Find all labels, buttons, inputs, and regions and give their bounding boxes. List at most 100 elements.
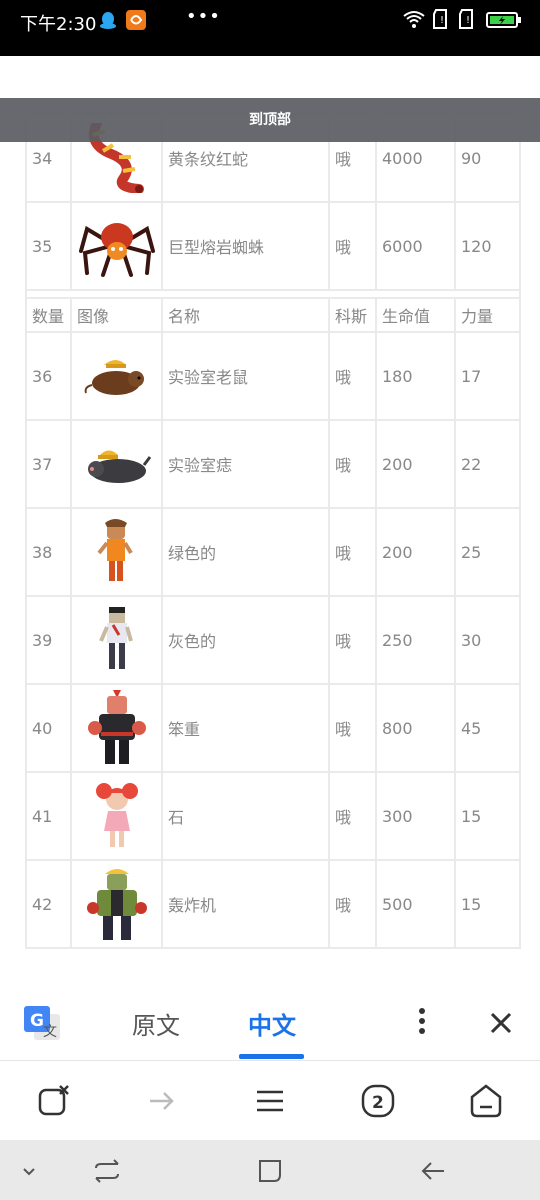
header-image: 图像 [70,297,163,333]
hp-value: 200 [375,419,456,509]
browser-toolbar: 2 [0,1061,540,1140]
giant-lava-spider-image [72,203,161,289]
svg-text:G: G [30,1011,44,1031]
chevron-down-icon[interactable] [12,1154,46,1188]
logo-wen-text: 文 [43,1024,57,1040]
hp-value: 180 [375,331,456,421]
home-square-icon[interactable] [253,1154,287,1188]
hp-value: 300 [375,771,456,861]
power-value: 25 [454,507,521,597]
power-value: 15 [454,859,521,949]
system-navigation-bar [0,1140,540,1200]
monster-name: 实验室痣 [161,419,330,509]
kos-value: 哦 [328,419,377,509]
table-row: 42 轰炸机哦 500 15 [25,859,521,949]
active-tab-indicator [239,1054,304,1059]
wifi-icon [402,8,426,34]
monster-name: 灰色的 [161,595,330,685]
row-number: 35 [25,201,72,291]
table-row: 38 绿色的哦 200 25 [25,507,521,597]
header-name: 名称 [161,297,330,333]
monster-image [70,683,163,773]
monster-image [70,595,163,685]
home-button[interactable] [466,1081,506,1121]
bomber-image [72,861,161,947]
tab-original-language[interactable]: 原文 [132,1006,180,1041]
header-kos: 科斯 [328,297,377,333]
header-power: 力量 [454,297,521,333]
row-number: 42 [25,859,72,949]
monster-name: 轰炸机 [161,859,330,949]
web-page-content[interactable]: 到顶部 34 黄条纹红蛇哦 4000 90 35 巨型熔岩蜘蛛哦 6000 120 数量 图像… [0,56,540,984]
row-number: 40 [25,683,72,773]
hp-value: 500 [375,859,456,949]
row-number: 41 [25,771,72,861]
tabs-button[interactable]: 2 [358,1081,398,1121]
hp-value: 250 [375,595,456,685]
power-value: 30 [454,595,521,685]
monster-image [70,507,163,597]
kos-value: 哦 [328,683,377,773]
signal-sim1-icon: ! [432,8,450,34]
monster-name: 石 [161,771,330,861]
uc-browser-icon [126,10,146,30]
kos-value: 哦 [328,771,377,861]
table-separator [25,289,521,299]
clumsy-brute-image [72,685,161,771]
power-value: 17 [454,331,521,421]
lab-mole-image [72,421,161,507]
table-header-row: 数量 图像 名称 科斯 生命值 力量 [25,297,521,333]
google-translate-icon[interactable]: G 文 [22,1004,62,1048]
power-value: 120 [454,201,521,291]
monster-name: 实验室老鼠 [161,331,330,421]
green-zombie-image [72,509,161,595]
monster-image [70,859,163,949]
tab-count: 2 [372,1093,384,1113]
monster-name: 巨型熔岩蜘蛛 [161,201,330,291]
table-row: 37 实验室痣哦 200 22 [25,419,521,509]
power-value: 22 [454,419,521,509]
more-options-icon[interactable] [412,1006,432,1042]
kos-value: 哦 [328,595,377,685]
row-number: 38 [25,507,72,597]
svg-text:!: ! [466,15,470,26]
more-notifications-icon: ••• [186,6,221,27]
header-count: 数量 [25,297,72,333]
monster-image [70,419,163,509]
tab-chinese[interactable]: 中文 [248,1006,296,1041]
back-to-top-button[interactable]: 到顶部 [0,98,540,142]
hp-value: 800 [375,683,456,773]
svg-text:!: ! [440,15,444,26]
power-value: 45 [454,683,521,773]
back-arrow-icon[interactable] [416,1154,450,1188]
monster-image [70,331,163,421]
monster-table: 34 黄条纹红蛇哦 4000 90 35 巨型熔岩蜘蛛哦 6000 120 数量 图像 名称 … [25,113,521,949]
table-row: 40 笨重哦 800 45 [25,683,521,773]
table-row: 41 石哦 300 15 [25,771,521,861]
header-hp: 生命值 [375,297,456,333]
table-row: 39 灰色的哦 250 30 [25,595,521,685]
menu-button[interactable] [250,1081,290,1121]
clock: 下午2:30 [20,14,97,35]
kos-value: 哦 [328,331,377,421]
table-row: 35 巨型熔岩蜘蛛哦 6000 120 [25,201,521,291]
recent-apps-icon[interactable] [90,1154,124,1188]
power-value: 15 [454,771,521,861]
monster-image [70,201,163,291]
lab-rat-image [72,333,161,419]
stone-girl-image [72,773,161,859]
close-page-button[interactable] [34,1081,74,1121]
close-translate-icon[interactable] [488,1010,514,1040]
forward-button[interactable] [142,1081,182,1121]
signal-sim2-icon: ! [458,8,476,34]
kos-value: 哦 [328,507,377,597]
kos-value: 哦 [328,201,377,291]
table-row: 36 实验室老鼠哦 180 17 [25,331,521,421]
monster-name: 笨重 [161,683,330,773]
battery-icon [486,12,522,32]
monster-image [70,771,163,861]
row-number: 37 [25,419,72,509]
row-number: 39 [25,595,72,685]
hp-value: 200 [375,507,456,597]
kos-value: 哦 [328,859,377,949]
